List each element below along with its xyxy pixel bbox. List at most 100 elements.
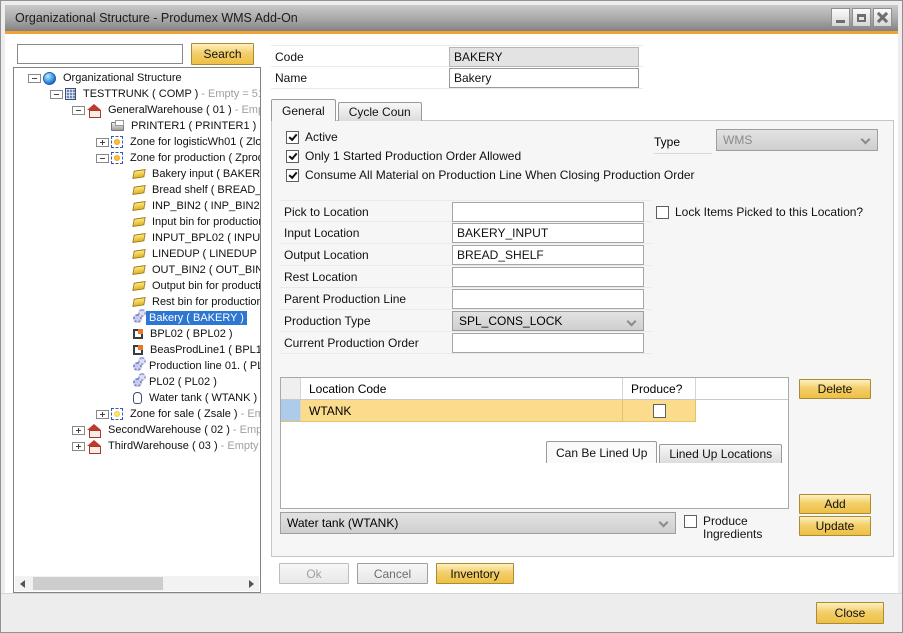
checkbox[interactable]	[286, 169, 299, 182]
tree-node[interactable]: OUT_BIN2 ( OUT_BIN2 )	[14, 262, 260, 278]
tree-node-label: TESTTRUNK ( COMP )	[80, 87, 201, 101]
close-window-button[interactable]	[873, 8, 892, 27]
tree-node-label: Production line 01. ( PL01	[146, 359, 260, 373]
field-input[interactable]	[452, 245, 644, 265]
form-field-row: Rest Location	[280, 266, 652, 288]
inventory-button[interactable]: Inventory	[436, 563, 514, 584]
produce-ingredients-row[interactable]: Produce Ingredients	[684, 515, 783, 541]
prodline-icon	[133, 329, 143, 339]
minimize-button[interactable]	[831, 8, 850, 27]
tree-node[interactable]: BPL02 ( BPL02 )	[14, 326, 260, 342]
zone-icon	[111, 136, 123, 148]
tree-node-label: Input bin for production ( IN	[149, 215, 260, 229]
tab-general[interactable]: General	[271, 99, 336, 121]
production-type-dropdown[interactable]: SPL_CONS_LOCK	[452, 311, 644, 331]
ok-button[interactable]: Ok	[279, 563, 349, 584]
collapse-toggle[interactable]	[28, 74, 41, 83]
tree-node-label: Rest bin for production ( R	[149, 295, 260, 309]
tree-indent	[118, 394, 131, 403]
tree-node[interactable]: Bakery input ( BAKERY_IN	[14, 166, 260, 182]
option-checkbox-row[interactable]: Only 1 Started Production Order Allowed	[286, 149, 695, 163]
type-dropdown: WMS	[716, 129, 878, 151]
produce-checkbox[interactable]	[653, 404, 666, 418]
expand-toggle[interactable]	[96, 410, 109, 419]
delete-button[interactable]: Delete	[799, 379, 871, 399]
tree-node[interactable]: PRINTER1 ( PRINTER1 )	[14, 118, 260, 134]
tree-node[interactable]: Bakery ( BAKERY )	[14, 310, 260, 326]
location-code-cell[interactable]: WTANK	[301, 400, 623, 422]
field-input[interactable]	[452, 289, 644, 309]
collapse-toggle[interactable]	[50, 90, 63, 99]
lock-items-checkbox[interactable]	[656, 206, 669, 219]
tree-node[interactable]: Organizational Structure	[14, 70, 260, 86]
tab-cycle-coun[interactable]: Cycle Coun	[338, 102, 422, 121]
tree-node[interactable]: TESTTRUNK ( COMP ) - Empty = 51/	[14, 86, 260, 102]
tree-node[interactable]: INPUT_BPL02 ( INPUT_B	[14, 230, 260, 246]
expand-toggle[interactable]	[72, 426, 85, 435]
row-selector-cell[interactable]	[281, 400, 301, 422]
field-input[interactable]	[452, 202, 644, 222]
search-button[interactable]: Search	[191, 43, 254, 65]
tree-node[interactable]: LINEDUP ( LINEDUP )	[14, 246, 260, 262]
tree-node[interactable]: Zone for production ( Zprod )	[14, 150, 260, 166]
expand-toggle[interactable]	[72, 442, 85, 451]
tree-node[interactable]: ThirdWarehouse ( 03 ) - Empty = 5	[14, 438, 260, 454]
tree-node[interactable]: INP_BIN2 ( INP_BIN2 )	[14, 198, 260, 214]
collapse-toggle[interactable]	[72, 106, 85, 115]
add-button[interactable]: Add	[799, 494, 871, 514]
tree-horizontal-scrollbar[interactable]	[15, 576, 259, 591]
tree-node[interactable]: Zone for sale ( Zsale ) - Empty	[14, 406, 260, 422]
close-button[interactable]: Close	[816, 602, 884, 624]
tree-node[interactable]: GeneralWarehouse ( 01 ) - Empty	[14, 102, 260, 118]
tree-indent	[118, 298, 131, 307]
table-row[interactable]: WTANK	[281, 400, 788, 422]
scrollbar-thumb[interactable]	[33, 577, 163, 590]
organizational-structure-window: Organizational Structure - Produmex WMS …	[0, 0, 903, 633]
maximize-button[interactable]	[852, 8, 871, 27]
tree-node[interactable]: Bread shelf ( BREAD_SHE	[14, 182, 260, 198]
scroll-left-arrow[interactable]	[15, 576, 30, 591]
tree-node-label: Bakery input ( BAKERY_IN	[149, 167, 260, 181]
scroll-right-arrow[interactable]	[244, 576, 259, 591]
tree-node[interactable]: Zone for logisticWh01 ( Zlogist	[14, 134, 260, 150]
code-label: Code	[275, 50, 304, 64]
cancel-button[interactable]: Cancel	[357, 563, 428, 584]
tree-indent	[118, 170, 131, 179]
tree-node-label: BeasProdLine1 ( BPL1 )	[147, 343, 260, 357]
tab-can-be-lined-up[interactable]: Can Be Lined Up	[546, 441, 657, 463]
option-checkbox-row[interactable]: Active	[286, 130, 695, 144]
produce-cell[interactable]	[623, 400, 696, 422]
name-field[interactable]	[449, 68, 639, 88]
collapse-toggle[interactable]	[96, 154, 109, 163]
tree-node[interactable]: Rest bin for production ( R	[14, 294, 260, 310]
tree-node[interactable]: SecondWarehouse ( 02 ) - Empty	[14, 422, 260, 438]
checkbox[interactable]	[286, 150, 299, 163]
warehouse-icon	[87, 424, 101, 437]
printer-icon	[111, 122, 124, 131]
expand-toggle[interactable]	[96, 138, 109, 147]
lock-items-checkbox-row[interactable]: Lock Items Picked to this Location?	[656, 205, 863, 219]
tree-node-label: LINEDUP ( LINEDUP )	[149, 247, 260, 261]
tree-node[interactable]: PL02 ( PL02 )	[14, 374, 260, 390]
search-input[interactable]	[17, 44, 183, 64]
checkbox[interactable]	[286, 131, 299, 144]
tree-node[interactable]: BeasProdLine1 ( BPL1 )	[14, 342, 260, 358]
tree-node[interactable]: Water tank ( WTANK )	[14, 390, 260, 406]
tank-icon	[133, 392, 142, 404]
tree-node-label: GeneralWarehouse ( 01 )	[105, 103, 235, 117]
title-bar: Organizational Structure - Produmex WMS …	[5, 5, 898, 31]
tree-node[interactable]: Production line 01. ( PL01	[14, 358, 260, 374]
option-checkbox-row[interactable]: Consume All Material on Production Line …	[286, 168, 695, 182]
tab-lined-up-locations[interactable]: Lined Up Locations	[659, 444, 782, 463]
tree-node[interactable]: Input bin for production ( IN	[14, 214, 260, 230]
produce-ingredients-checkbox[interactable]	[684, 515, 697, 528]
chevron-down-icon	[627, 317, 637, 327]
field-input[interactable]	[452, 267, 644, 287]
tree-node[interactable]: Output bin for production (	[14, 278, 260, 294]
tree-node-suffix: - Empty	[235, 104, 260, 116]
option-checkboxes: Active Only 1 Started Production Order Al…	[286, 130, 695, 182]
field-input[interactable]	[452, 223, 644, 243]
update-button[interactable]: Update	[799, 516, 871, 536]
location-dropdown[interactable]: Water tank (WTANK)	[280, 512, 676, 534]
field-input[interactable]	[452, 333, 644, 353]
